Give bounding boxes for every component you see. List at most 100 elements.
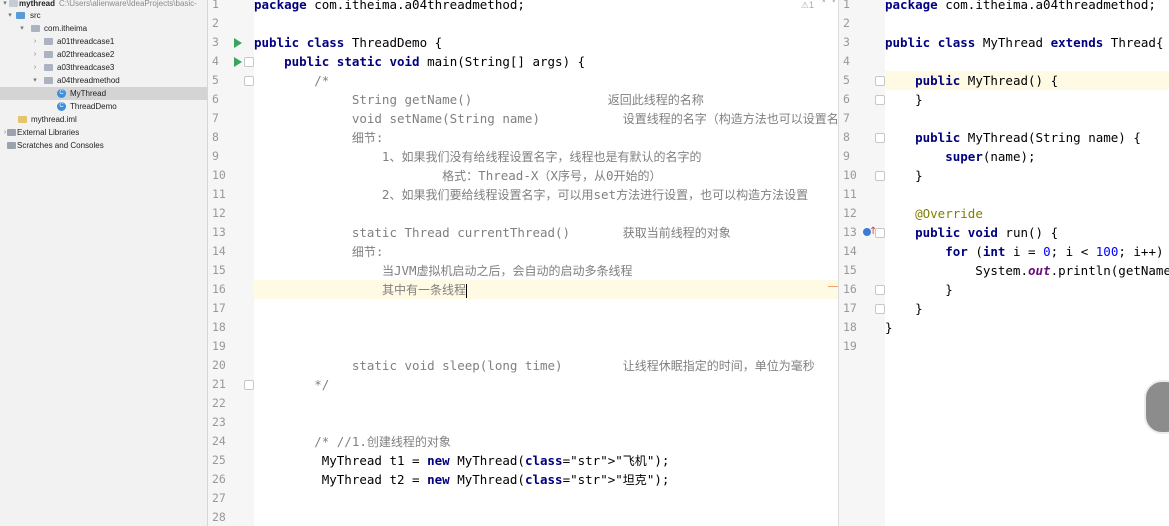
fold-marker-icon[interactable] [244,76,254,86]
tree-row-a01[interactable]: › a01threadcase1 [0,35,207,48]
fold-marker-icon[interactable] [875,304,885,314]
floating-action-button[interactable] [1144,380,1169,434]
library-icon [7,129,16,136]
code-line[interactable]: 细节: [254,128,838,147]
fold-marker-icon[interactable] [875,95,885,105]
run-icon[interactable] [234,38,242,48]
code-line[interactable] [254,413,838,432]
fold-marker-icon[interactable] [875,171,885,181]
code-line[interactable] [885,14,1169,33]
tree-row-a02[interactable]: › a02threadcase2 [0,48,207,61]
code-line[interactable] [254,14,838,33]
code-line[interactable]: } [885,166,1169,185]
editor-threaddemo[interactable]: 1 2 3 4 5 6 7 8 9 10 11 12 13 14 15 16 17 18 19 20 21 22 23 24 2… [208,0,838,526]
chevron-up-icon[interactable]: ˄ [822,0,827,10]
gutter-line: 24 [208,432,254,451]
code-line[interactable]: public MyThread(String name) { [885,128,1169,147]
code-line[interactable]: */ [254,375,838,394]
code-line[interactable] [885,109,1169,128]
line-number: 11 [212,187,226,201]
code-line[interactable]: 2、如果我们要给线程设置名字，可以用set方法进行设置，也可以构造方法设置 [254,185,838,204]
chevron-down-icon[interactable]: ▾ [6,9,14,22]
code-line[interactable]: System.out.println(getName( [885,261,1169,280]
chevron-right-icon[interactable]: › [31,61,39,74]
tree-row-package[interactable]: ▾ com.itheima [0,22,207,35]
fold-marker-icon[interactable] [244,57,254,67]
code-line[interactable] [885,337,1169,356]
code-line[interactable]: 当JVM虚拟机启动之后，会自动的启动多条线程 [254,261,838,280]
tree-row-a04[interactable]: ▾ a04threadmethod [0,74,207,87]
warning-count-badge[interactable]: ⚠1 [801,0,814,11]
code-line[interactable]: /* [254,71,838,90]
code-line[interactable] [254,204,838,223]
code-line[interactable] [254,489,838,508]
code-line[interactable]: static Thread currentThread() 获取当前线程的对象 [254,223,838,242]
code-line[interactable]: } [885,318,1169,337]
code-line[interactable] [885,185,1169,204]
line-number: 3 [843,35,850,49]
code-line[interactable]: } [885,280,1169,299]
chevron-down-icon[interactable]: ▾ [18,22,26,35]
code-line[interactable] [254,318,838,337]
tree-row-external-libraries[interactable]: › External Libraries [0,126,207,139]
code-area[interactable]: package com.itheima.a04threadmethod; publ… [254,0,838,526]
tree-row-mythread[interactable]: C MyThread [0,87,207,100]
code-line[interactable]: } [885,90,1169,109]
code-line[interactable] [254,508,838,526]
chevron-down-icon[interactable]: ▾ [31,74,39,87]
line-number: 10 [843,168,857,182]
gutter-line: 28 [208,508,254,526]
code-line[interactable]: 格式：Thread-X（X序号，从0开始的） [254,166,838,185]
code-line[interactable]: for (int i = 0; i < 100; i++) { [885,242,1169,261]
line-number: 21 [212,377,226,391]
code-line[interactable]: public class MyThread extends Thread{ [885,33,1169,52]
code-line[interactable]: void setName(String name) 设置线程的名字（构造方法也可… [254,109,838,128]
code-line[interactable] [254,299,838,318]
editor-mythread[interactable]: 1 2 3 4 5 6 7 8 9 10 11 12 13 14 15 16 17 18 19 ↑ package c… [838,0,1169,526]
code-line[interactable]: public class ThreadDemo { [254,33,838,52]
code-line[interactable]: 其中有一条线程 [254,280,838,299]
line-number: 23 [212,415,226,429]
fold-marker-icon[interactable] [244,380,254,390]
code-line[interactable]: static void sleep(long time) 让线程休眠指定的时间，… [254,356,838,375]
code-line[interactable]: } [885,299,1169,318]
fold-marker-icon[interactable] [875,133,885,143]
code-line[interactable]: 细节: [254,242,838,261]
code-line[interactable]: /* //1.创建线程的对象 [254,432,838,451]
fold-marker-icon[interactable] [875,76,885,86]
code-line[interactable]: MyThread t1 = new MyThread(class="str">"… [254,451,838,470]
line-number: 12 [843,206,857,220]
code-line[interactable]: super(name); [885,147,1169,166]
tree-row-scratches[interactable]: Scratches and Consoles [0,139,207,152]
code-line[interactable]: public MyThread() { [885,71,1169,90]
tree-label-src: src [30,11,41,20]
code-line[interactable] [885,52,1169,71]
code-line[interactable]: MyThread t2 = new MyThread(class="str">"… [254,470,838,489]
tree-row-a03[interactable]: › a03threadcase3 [0,61,207,74]
chevron-right-icon[interactable]: › [31,35,39,48]
code-line[interactable]: package com.itheima.a04threadmethod; [254,0,838,14]
line-number: 28 [212,510,226,524]
tree-row-iml[interactable]: mythread.iml [0,113,207,126]
gutter-line: 2 [208,14,254,33]
code-line[interactable]: @Override [885,204,1169,223]
run-icon[interactable] [234,57,242,67]
code-line[interactable] [254,337,838,356]
gutter-line: 19 [839,337,885,356]
code-line[interactable] [254,394,838,413]
tree-row-src[interactable]: ▾ src [0,9,207,22]
tree-row-threaddemo[interactable]: C ThreadDemo [0,100,207,113]
code-line[interactable]: String getName() 返回此线程的名称 [254,90,838,109]
tree-label-folder: a03threadcase3 [57,63,115,72]
code-area[interactable]: package com.itheima.a04threadmethod; publ… [885,0,1169,526]
code-line[interactable]: public void run() { [885,223,1169,242]
chevron-right-icon[interactable]: › [31,48,39,61]
override-up-arrow-icon[interactable]: ↑ [869,226,877,237]
line-number: 19 [212,339,226,353]
package-icon [44,51,53,58]
code-line[interactable]: package com.itheima.a04threadmethod; [885,0,1169,14]
code-line[interactable]: public static void main(String[] args) { [254,52,838,71]
chevron-down-icon[interactable]: ˅ [832,0,837,10]
fold-marker-icon[interactable] [875,285,885,295]
code-line[interactable]: 1、如果我们没有给线程设置名字，线程也是有默认的名字的 [254,147,838,166]
